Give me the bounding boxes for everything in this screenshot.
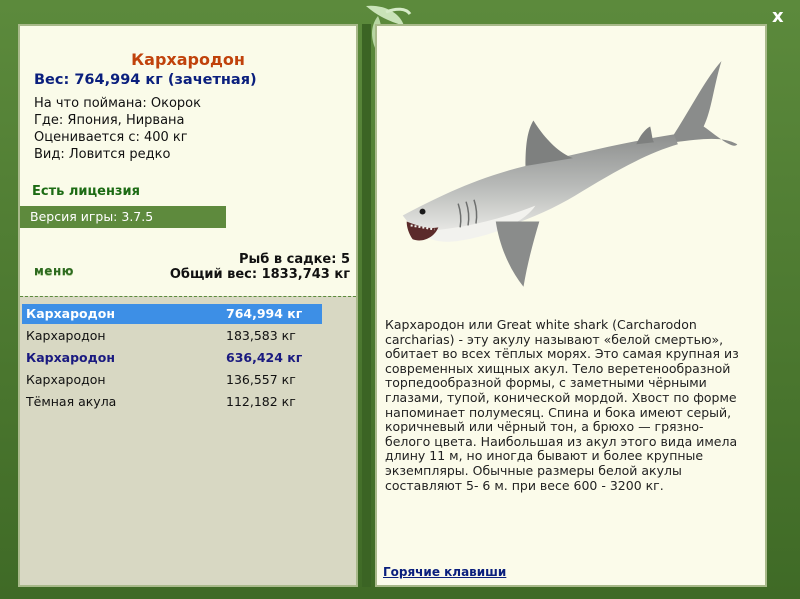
list-item-name: Тёмная акула xyxy=(26,394,117,409)
list-item[interactable]: Кархародон 636,424 кг xyxy=(22,348,322,368)
fish-weight: Вес: 764,994 кг (зачетная) xyxy=(34,72,257,88)
list-item[interactable]: Кархародон 136,557 кг xyxy=(22,370,322,390)
fish-count: Рыб в садке: 5 xyxy=(238,252,350,267)
panel-divider xyxy=(362,24,371,587)
list-item-weight: 764,994 кг xyxy=(226,306,303,321)
list-item-weight: 112,182 кг xyxy=(226,394,296,409)
list-item-weight: 183,583 кг xyxy=(226,328,296,343)
total-weight: Общий вес: 1833,743 кг xyxy=(169,267,350,282)
fish-description: Кархародон или Great white shark (Carcha… xyxy=(385,317,739,493)
value-info: Оценивается с: 400 кг xyxy=(34,130,188,145)
list-item[interactable]: Кархародон 183,583 кг xyxy=(22,326,322,346)
location-info: Где: Япония, Нирвана xyxy=(34,113,185,128)
list-item-name: Кархародон xyxy=(26,350,115,365)
list-item-weight: 136,557 кг xyxy=(226,372,296,387)
menu-button[interactable]: меню xyxy=(34,264,74,278)
license-status: Есть лицензия xyxy=(32,184,140,199)
catch-stats: Рыб в садке: 5 Общий вес: 1833,743 кг xyxy=(170,252,350,282)
fish-description-panel: Кархародон или Great white shark (Carcha… xyxy=(375,24,767,587)
version-bar: Версия игры: 3.7.5 xyxy=(20,206,226,228)
bait-info: На что поймана: Окорок xyxy=(34,96,201,111)
list-item-name: Кархародон xyxy=(26,372,106,387)
hotkeys-link[interactable]: Горячие клавиши xyxy=(383,565,506,579)
catch-list: Кархародон 764,994 кг Кархародон 183,583… xyxy=(20,296,356,585)
rarity-info: Вид: Ловится редко xyxy=(34,147,171,162)
list-item-name: Кархародон xyxy=(26,306,115,321)
fish-title: Кархародон xyxy=(131,50,245,69)
list-item-name: Кархародон xyxy=(26,328,106,343)
list-item[interactable]: Тёмная акула 112,182 кг xyxy=(22,392,322,412)
close-button[interactable]: x xyxy=(772,6,784,27)
fish-info-panel: Кархародон Вес: 764,994 кг (зачетная) На… xyxy=(18,24,358,587)
list-item[interactable]: Кархародон 764,994 кг xyxy=(22,304,322,324)
list-item-weight: 636,424 кг xyxy=(226,350,303,365)
shark-image xyxy=(402,61,738,287)
